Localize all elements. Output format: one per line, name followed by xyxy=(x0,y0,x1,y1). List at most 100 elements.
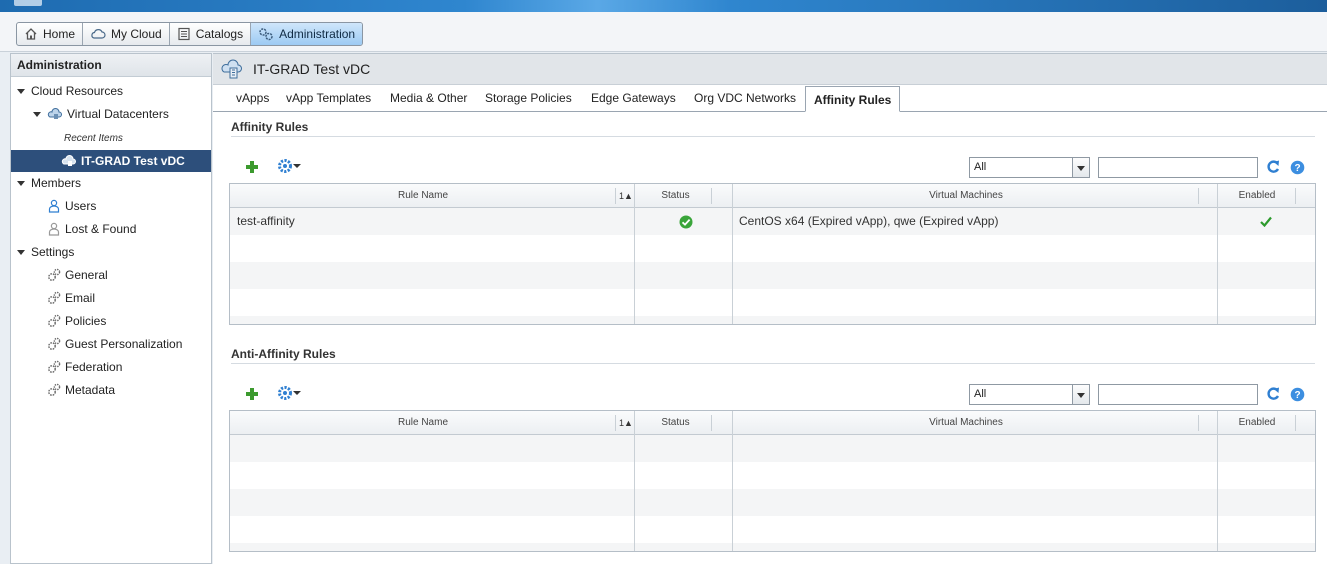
nav-mycloud-button[interactable]: My Cloud xyxy=(83,23,170,45)
vdc-header: IT-GRAD Test vDC xyxy=(213,54,1327,85)
tree-metadata[interactable]: Metadata xyxy=(47,379,115,401)
tab-storage-policies[interactable]: Storage Policies xyxy=(485,91,572,105)
main-nav-bar: Home My Cloud Catalogs Administration xyxy=(0,12,1327,52)
column-divider xyxy=(1217,184,1218,324)
anti-affinity-search-input[interactable] xyxy=(1098,384,1258,405)
add-affinity-plus-icon[interactable] xyxy=(245,160,259,174)
admin-gears-icon xyxy=(259,28,273,41)
col-enabled[interactable]: Enabled xyxy=(1218,411,1296,435)
nav-catalogs-button[interactable]: Catalogs xyxy=(170,23,252,45)
tree-settings[interactable]: Settings xyxy=(17,241,74,263)
catalog-icon xyxy=(178,27,190,41)
sidebar-title: Administration xyxy=(11,54,211,77)
nav-home-button[interactable]: Home xyxy=(17,23,84,45)
tree-guest-personalization[interactable]: Guest Personalization xyxy=(47,333,182,355)
anti-affinity-actions-menu[interactable] xyxy=(277,385,301,401)
sort-indicator[interactable]: 1▲ xyxy=(619,184,633,208)
svg-text:?: ? xyxy=(1294,390,1300,401)
col-virtual-machines[interactable]: Virtual Machines xyxy=(733,411,1199,435)
gears-icon xyxy=(48,337,61,350)
tab-media-other[interactable]: Media & Other xyxy=(390,91,467,105)
tab-vapp-templates[interactable]: vApp Templates xyxy=(286,91,371,105)
affinity-refresh-icon[interactable] xyxy=(1266,159,1280,175)
gears-icon xyxy=(48,314,61,327)
anti-affinity-refresh-icon[interactable] xyxy=(1266,386,1280,402)
col-rule-name[interactable]: Rule Name xyxy=(230,411,616,435)
anti-affinity-filter-select[interactable]: All xyxy=(969,384,1090,405)
expand-arrow-icon[interactable] xyxy=(17,180,25,186)
tree-federation[interactable]: Federation xyxy=(47,356,122,378)
nav-catalogs-label: Catalogs xyxy=(195,27,244,41)
tree-email[interactable]: Email xyxy=(47,287,95,309)
status-ok-check-circle-icon xyxy=(679,215,693,229)
gears-icon xyxy=(48,383,61,396)
tree-members[interactable]: Members xyxy=(17,172,81,194)
tree-virtual-datacenters[interactable]: Virtual Datacenters xyxy=(33,103,169,125)
col-status[interactable]: Status xyxy=(635,184,716,208)
affinity-actions-menu[interactable] xyxy=(277,158,301,174)
table-row xyxy=(230,262,1315,289)
vdc-building-icon xyxy=(221,59,242,79)
anti-affinity-section-title: Anti-Affinity Rules xyxy=(231,347,336,361)
tree-users[interactable]: Users xyxy=(47,195,96,217)
tab-edge-gateways[interactable]: Edge Gateways xyxy=(591,91,676,105)
admin-sidebar: Administration Cloud Resources Virtual D… xyxy=(10,53,212,564)
tree-recent-items-label: Recent Items xyxy=(64,132,123,144)
sort-indicator[interactable]: 1▲ xyxy=(619,411,633,435)
column-divider xyxy=(732,411,733,551)
tree-recent-items: Recent Items xyxy=(64,127,123,149)
rule-name-cell: test-affinity xyxy=(237,214,295,228)
tree-it-grad-test-vdc[interactable]: IT-GRAD Test vDC xyxy=(11,150,211,172)
chevron-down-icon[interactable] xyxy=(1072,385,1089,404)
nav-administration-button[interactable]: Administration xyxy=(251,23,363,45)
column-divider xyxy=(634,184,635,324)
col-rule-name[interactable]: Rule Name xyxy=(230,184,616,208)
app-logo xyxy=(14,0,42,6)
tab-affinity-rules[interactable]: Affinity Rules xyxy=(805,86,901,112)
column-separator xyxy=(711,415,712,431)
column-separator xyxy=(1198,188,1199,204)
table-row xyxy=(230,543,1315,551)
tab-org-vdc-networks[interactable]: Org VDC Networks xyxy=(694,91,796,105)
anti-affinity-help-icon[interactable]: ? xyxy=(1290,387,1305,402)
col-status[interactable]: Status xyxy=(635,411,716,435)
nav-mycloud-label: My Cloud xyxy=(111,27,162,41)
main-panel: IT-GRAD Test vDC vApps vApp Templates Me… xyxy=(213,53,1327,564)
tree-lost-found-label: Lost & Found xyxy=(65,222,137,236)
tab-vapps[interactable]: vApps xyxy=(236,91,269,105)
tree-federation-label: Federation xyxy=(65,360,123,374)
gear-icon xyxy=(278,386,292,400)
expand-arrow-icon[interactable] xyxy=(17,249,25,255)
chevron-down-icon[interactable] xyxy=(1072,158,1089,177)
tree-cloud-resources[interactable]: Cloud Resources xyxy=(17,80,123,102)
expand-arrow-icon[interactable] xyxy=(33,111,41,117)
tree-lost-found[interactable]: Lost & Found xyxy=(47,218,136,240)
anti-affinity-divider xyxy=(231,363,1315,364)
affinity-rules-table: Rule Name 1▲ Status Virtual Machines Ena… xyxy=(229,183,1316,325)
tree-members-label: Members xyxy=(31,176,82,190)
table-row xyxy=(230,316,1315,324)
expand-arrow-icon[interactable] xyxy=(17,88,25,94)
add-anti-affinity-plus-icon[interactable] xyxy=(245,387,259,401)
affinity-filter-select[interactable]: All xyxy=(969,157,1090,178)
tree-metadata-label: Metadata xyxy=(65,383,116,397)
column-divider xyxy=(634,411,635,551)
col-virtual-machines[interactable]: Virtual Machines xyxy=(733,184,1199,208)
cloud-icon xyxy=(91,29,106,39)
tree-general[interactable]: General xyxy=(47,264,108,286)
affinity-search-input[interactable] xyxy=(1098,157,1258,178)
tree-general-label: General xyxy=(65,268,108,282)
column-separator xyxy=(1198,415,1199,431)
tree-policies[interactable]: Policies xyxy=(47,310,106,332)
affinity-help-icon[interactable]: ? xyxy=(1290,160,1305,175)
gears-icon xyxy=(48,268,61,281)
svg-text:?: ? xyxy=(1294,163,1300,174)
nav-home-label: Home xyxy=(43,27,76,41)
column-divider xyxy=(1217,411,1218,551)
column-divider xyxy=(732,184,733,324)
affinity-section-title: Affinity Rules xyxy=(231,120,309,134)
column-separator xyxy=(1295,415,1296,431)
nav-administration-label: Administration xyxy=(279,27,356,41)
table-row xyxy=(230,489,1315,516)
col-enabled[interactable]: Enabled xyxy=(1218,184,1296,208)
